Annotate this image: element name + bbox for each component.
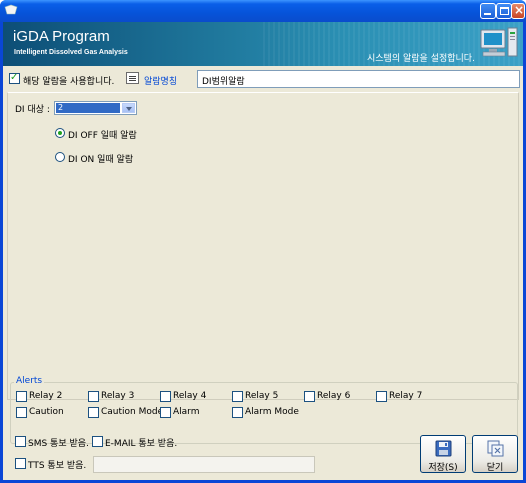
floppy-disk-icon: [435, 440, 452, 457]
title-bar[interactable]: ×: [0, 0, 526, 22]
enable-alarm-checkbox[interactable]: [9, 72, 20, 84]
caution-mode-checkbox[interactable]: [88, 407, 99, 418]
close-button-label: 닫기: [486, 463, 504, 473]
alarm-name-input[interactable]: DI범위알람: [197, 70, 520, 88]
chevron-down-icon[interactable]: [122, 103, 135, 113]
di-target-label: DI 대상 :: [15, 105, 50, 115]
close-window-button[interactable]: ×: [511, 3, 525, 19]
relay-2-checkbox[interactable]: [16, 391, 27, 402]
dialog-body: iGDA Program Intelligent Dissolved Gas A…: [3, 22, 523, 480]
alerts-title: Alerts: [14, 376, 45, 386]
enable-alarm-label: 해당 알람을 사용합니다.: [23, 77, 115, 87]
di-target-value: 2: [56, 103, 120, 113]
radio-di-off[interactable]: [55, 128, 65, 138]
save-button-label: 저장(S): [428, 463, 458, 473]
app-subtitle: Intelligent Dissolved Gas Analysis: [14, 49, 128, 56]
alarm-label: Alarm: [173, 407, 200, 417]
radio-di-on-label: DI ON 일때 알람: [68, 155, 134, 165]
minimize-button[interactable]: [480, 3, 496, 19]
caution-checkbox[interactable]: [16, 407, 27, 418]
relay-2-label: Relay 2: [29, 391, 63, 401]
sms-label: SMS 통보 받음.: [28, 439, 89, 449]
app-icon: [4, 4, 18, 15]
relay-6-label: Relay 6: [317, 391, 351, 401]
relay-7-label: Relay 7: [389, 391, 423, 401]
radio-di-off-label: DI OFF 일때 알람: [68, 131, 137, 141]
relay-3-checkbox[interactable]: [88, 391, 99, 402]
radio-di-on[interactable]: [55, 152, 65, 162]
header-hint: 시스템의 알람을 설정합니다.: [367, 54, 475, 64]
caution-mode-label: Caution Mode: [101, 407, 164, 417]
tts-label: TTS 통보 받음.: [28, 461, 87, 471]
maximize-button[interactable]: [496, 3, 512, 19]
app-window: × iGDA Program Intelligent Dissolved Gas…: [0, 0, 526, 483]
alarm-mode-label: Alarm Mode: [245, 407, 299, 417]
email-checkbox[interactable]: [92, 436, 103, 447]
alarm-name-label: 알람명칭: [144, 77, 178, 87]
alarm-mode-checkbox[interactable]: [232, 407, 243, 418]
relay-7-checkbox[interactable]: [376, 391, 387, 402]
alarm-checkbox[interactable]: [160, 407, 171, 418]
relay-6-checkbox[interactable]: [304, 391, 315, 402]
close-button[interactable]: 닫기: [472, 435, 518, 473]
app-title: iGDA Program: [13, 28, 110, 45]
sms-checkbox[interactable]: [15, 436, 26, 447]
relay-5-checkbox[interactable]: [232, 391, 243, 402]
save-button[interactable]: 저장(S): [420, 435, 466, 473]
tts-checkbox[interactable]: [15, 458, 26, 469]
relay-3-label: Relay 3: [101, 391, 135, 401]
exit-icon: [487, 440, 504, 457]
caution-label: Caution: [29, 407, 64, 417]
tts-input[interactable]: [93, 456, 315, 473]
email-label: E-MAIL 통보 받음.: [105, 439, 178, 449]
di-target-select[interactable]: 2: [54, 101, 137, 115]
relay-5-label: Relay 5: [245, 391, 279, 401]
computer-icon: [480, 27, 518, 57]
relay-4-label: Relay 4: [173, 391, 207, 401]
relay-4-checkbox[interactable]: [160, 391, 171, 402]
header-banner: iGDA Program Intelligent Dissolved Gas A…: [3, 22, 523, 66]
alarm-name-icon: [126, 72, 139, 84]
